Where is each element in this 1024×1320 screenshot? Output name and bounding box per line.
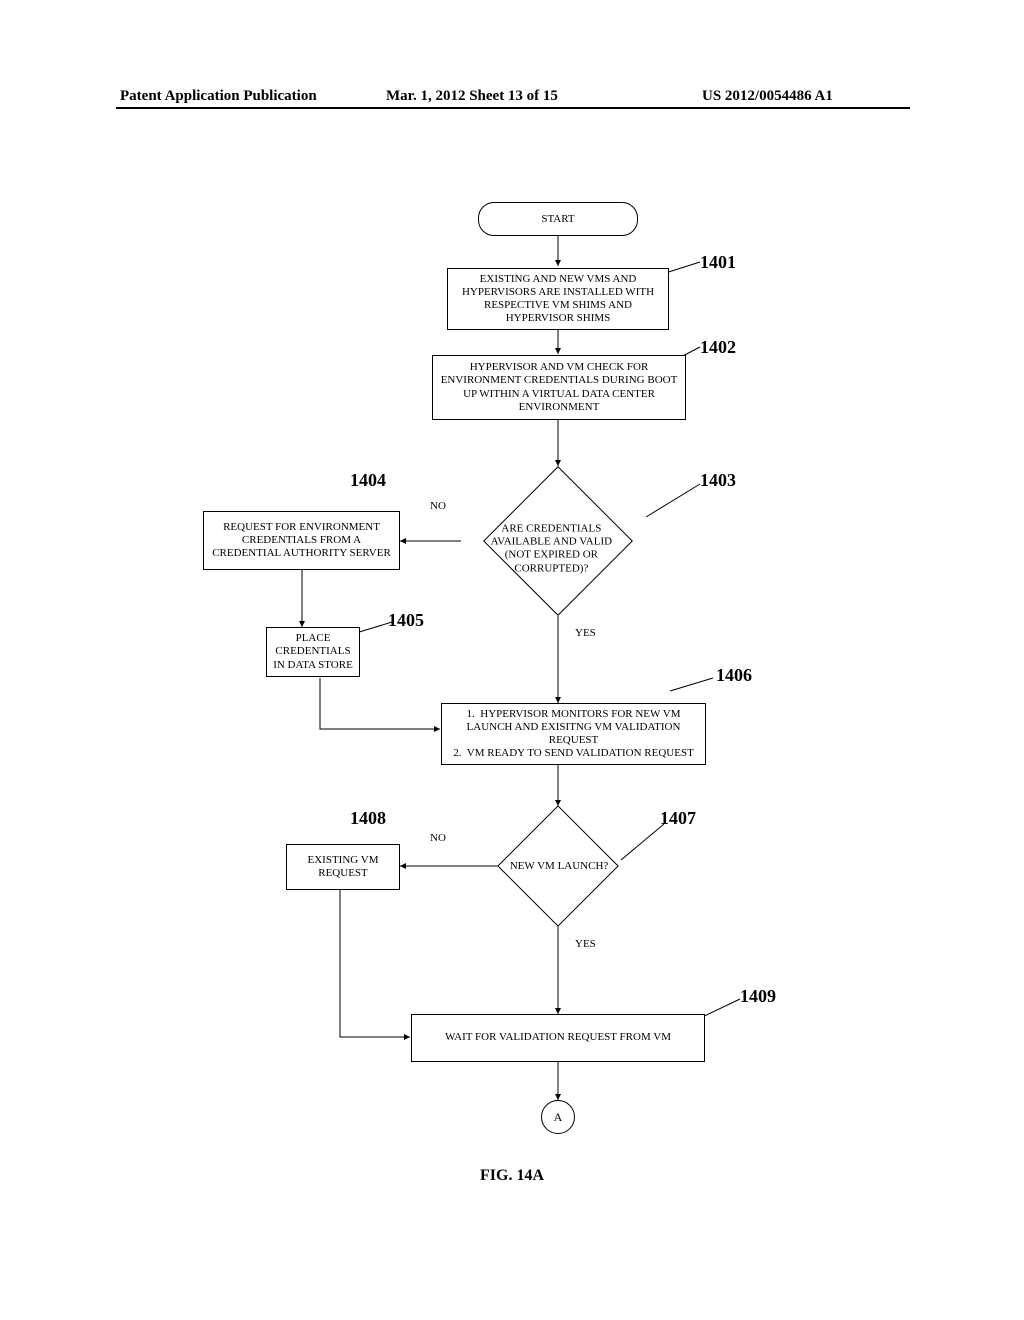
edge-1407-no: NO [430, 832, 446, 844]
ref-1402: 1402 [700, 337, 736, 358]
header-date-sheet: Mar. 1, 2012 Sheet 13 of 15 [386, 88, 558, 105]
flow-step-1401: EXISTING AND NEW VMS AND HYPERVISORS ARE… [447, 268, 669, 330]
flow-step-1401-text: EXISTING AND NEW VMS AND HYPERVISORS ARE… [452, 273, 664, 326]
flow-step-1405-text: PLACE CREDENTIALS IN DATA STORE [271, 632, 355, 672]
flow-step-1408: EXISTING VM REQUEST [286, 844, 400, 890]
flow-step-1409-text: WAIT FOR VALIDATION REQUEST FROM VM [445, 1031, 671, 1044]
ref-1404: 1404 [350, 470, 386, 491]
edge-1403-yes: YES [575, 627, 596, 639]
ref-1408: 1408 [350, 808, 386, 829]
flow-step-1402-text: HYPERVISOR AND VM CHECK FOR ENVIRONMENT … [437, 361, 681, 414]
flow-start-text: START [541, 213, 574, 225]
flow-connector-a: A [541, 1100, 575, 1134]
flow-decision-1403-text: ARE CREDENTIALS AVAILABLE AND VALID (NOT… [476, 523, 626, 576]
flow-step-1406-text: 1. HYPERVISOR MONITORS FOR NEW VM LAUNCH… [446, 708, 701, 761]
ref-1406: 1406 [716, 665, 752, 686]
header-rule [116, 107, 910, 109]
figure-label: FIG. 14A [0, 1167, 1024, 1185]
ref-1401: 1401 [700, 252, 736, 273]
ref-1405: 1405 [388, 610, 424, 631]
flow-step-1404: REQUEST FOR ENVIRONMENT CREDENTIALS FROM… [203, 511, 400, 570]
edge-1403-no: NO [430, 500, 446, 512]
header-pub-number: US 2012/0054486 A1 [702, 88, 833, 105]
flow-start: START [478, 202, 638, 236]
flow-decision-1403: ARE CREDENTIALS AVAILABLE AND VALID (NOT… [483, 466, 633, 616]
flow-step-1406: 1. HYPERVISOR MONITORS FOR NEW VM LAUNCH… [441, 703, 706, 765]
flowchart-stage: START 1401 EXISTING AND NEW VMS AND HYPE… [0, 130, 1024, 1210]
header-pub-type: Patent Application Publication [120, 88, 317, 105]
ref-1403: 1403 [700, 470, 736, 491]
flow-decision-1407-text: NEW VM LAUNCH? [484, 860, 634, 873]
flow-step-1409: WAIT FOR VALIDATION REQUEST FROM VM [411, 1014, 705, 1062]
flow-step-1405: PLACE CREDENTIALS IN DATA STORE [266, 627, 360, 677]
ref-1407: 1407 [660, 808, 696, 829]
flow-decision-1407: NEW VM LAUNCH? [497, 805, 619, 927]
edge-1407-yes: YES [575, 938, 596, 950]
flow-connector-a-text: A [554, 1110, 563, 1125]
flow-step-1408-text: EXISTING VM REQUEST [291, 854, 395, 880]
flow-step-1404-text: REQUEST FOR ENVIRONMENT CREDENTIALS FROM… [208, 521, 395, 561]
ref-1409: 1409 [740, 986, 776, 1007]
flow-step-1402: HYPERVISOR AND VM CHECK FOR ENVIRONMENT … [432, 355, 686, 420]
